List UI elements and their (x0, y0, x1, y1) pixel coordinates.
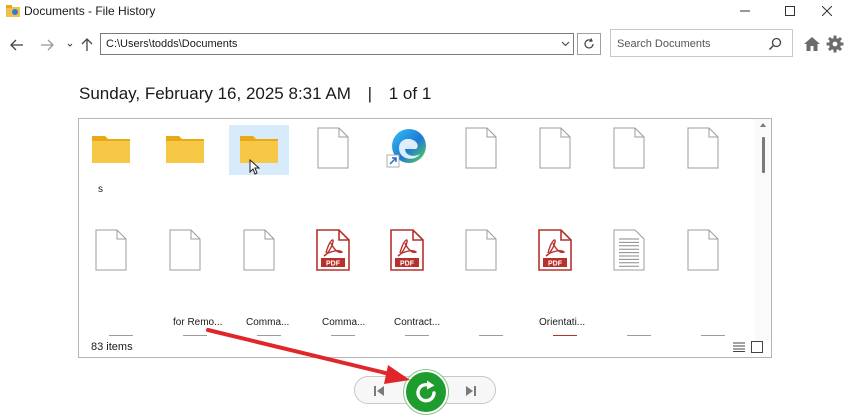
file-icon (465, 127, 497, 174)
file-icon (317, 127, 349, 174)
folder-icon (165, 132, 205, 169)
close-button[interactable] (804, 0, 850, 22)
pdf-file-icon: PDF (390, 228, 424, 276)
file-item[interactable] (673, 227, 733, 277)
details-view-icon[interactable] (733, 342, 745, 352)
file-label: Contract... (394, 317, 441, 328)
chevron-down-icon (67, 43, 73, 47)
file-item[interactable] (673, 125, 733, 175)
pdf-badge-text: PDF (548, 260, 563, 267)
chevron-down-icon (561, 41, 569, 47)
file-label-stray: s (98, 184, 103, 195)
file-item[interactable] (81, 125, 141, 175)
file-icon (169, 229, 201, 276)
file-item[interactable] (303, 125, 363, 175)
file-item[interactable] (451, 227, 511, 277)
vertical-scrollbar[interactable] (755, 119, 771, 341)
snapshot-datetime: Sunday, February 16, 2025 8:31 AM (79, 84, 351, 103)
skip-previous-icon[interactable] (371, 383, 387, 399)
file-icon (95, 229, 127, 276)
file-icon (243, 229, 275, 276)
snapshot-date-line: Sunday, February 16, 2025 8:31 AM | 1 of… (79, 84, 431, 104)
arrow-right-icon (41, 39, 54, 51)
file-item[interactable] (599, 227, 659, 277)
file-item[interactable] (155, 227, 215, 277)
recent-locations-button[interactable] (65, 36, 75, 54)
file-icon (613, 127, 645, 174)
file-item[interactable] (377, 125, 437, 175)
file-icon (687, 229, 719, 276)
file-label: Comma... (322, 317, 366, 328)
search-placeholder: Search Documents (617, 38, 711, 50)
mouse-cursor-icon (249, 158, 261, 180)
back-button[interactable] (8, 36, 26, 54)
folder-icon (91, 132, 131, 169)
file-item[interactable]: PDF (377, 227, 437, 277)
address-path: C:\Users\todds\Documents (106, 38, 238, 50)
file-icon (687, 127, 719, 174)
minimize-icon (740, 10, 750, 12)
maximize-icon (785, 6, 795, 16)
snapshot-position: 1 of 1 (388, 84, 432, 103)
file-item[interactable] (229, 125, 289, 175)
snapshot-separator: | (367, 84, 373, 103)
file-item[interactable] (229, 227, 289, 277)
search-icon[interactable] (768, 37, 782, 51)
file-label: Comma... (246, 317, 290, 328)
status-bar: 83 items (79, 337, 771, 357)
up-button[interactable] (78, 36, 96, 54)
file-label: for Remo... (173, 317, 223, 328)
title-bar: Documents - File History (0, 0, 850, 22)
file-item[interactable] (81, 227, 141, 277)
address-bar[interactable]: C:\Users\todds\Documents (100, 33, 574, 55)
file-item[interactable]: PDF (303, 227, 363, 277)
pdf-file-icon: PDF (538, 228, 572, 276)
file-history-window: Documents - File History C:\Users\todds\… (0, 0, 850, 418)
home-icon[interactable] (803, 35, 821, 53)
scroll-thumb[interactable] (762, 137, 765, 173)
file-icon (539, 127, 571, 174)
scroll-up-icon[interactable] (760, 123, 766, 127)
edge-shortcut-icon (385, 127, 429, 174)
forward-button[interactable] (38, 36, 56, 54)
refresh-button[interactable] (577, 33, 601, 55)
pdf-file-icon: PDF (316, 228, 350, 276)
file-item[interactable]: PDF (525, 227, 585, 277)
minimize-button[interactable] (722, 0, 768, 22)
arrow-left-icon (10, 39, 23, 51)
large-icons-view-icon[interactable] (751, 341, 763, 353)
gear-icon[interactable] (826, 35, 844, 53)
text-file-icon (613, 229, 645, 276)
search-box[interactable]: Search Documents (610, 29, 793, 57)
file-icon (465, 229, 497, 276)
close-icon (822, 6, 832, 16)
pdf-badge-text: PDF (326, 260, 341, 267)
file-history-app-icon (6, 5, 20, 17)
arrow-up-icon (81, 38, 93, 51)
file-list-panel[interactable]: PDF PDF PDF for Remo... Comma... Comma... Cont… (78, 118, 772, 358)
restore-button[interactable] (404, 370, 448, 414)
pdf-badge-text: PDF (400, 260, 415, 267)
file-item[interactable] (451, 125, 511, 175)
file-label: Orientati... (539, 317, 586, 328)
skip-next-icon[interactable] (463, 383, 479, 399)
restore-icon (416, 380, 436, 403)
window-title: Documents - File History (24, 4, 156, 18)
item-count: 83 items (91, 341, 133, 353)
file-item[interactable] (525, 125, 585, 175)
file-item[interactable] (599, 125, 659, 175)
refresh-icon (584, 38, 594, 49)
address-dropdown-button[interactable] (557, 34, 573, 54)
file-item[interactable] (155, 125, 215, 175)
